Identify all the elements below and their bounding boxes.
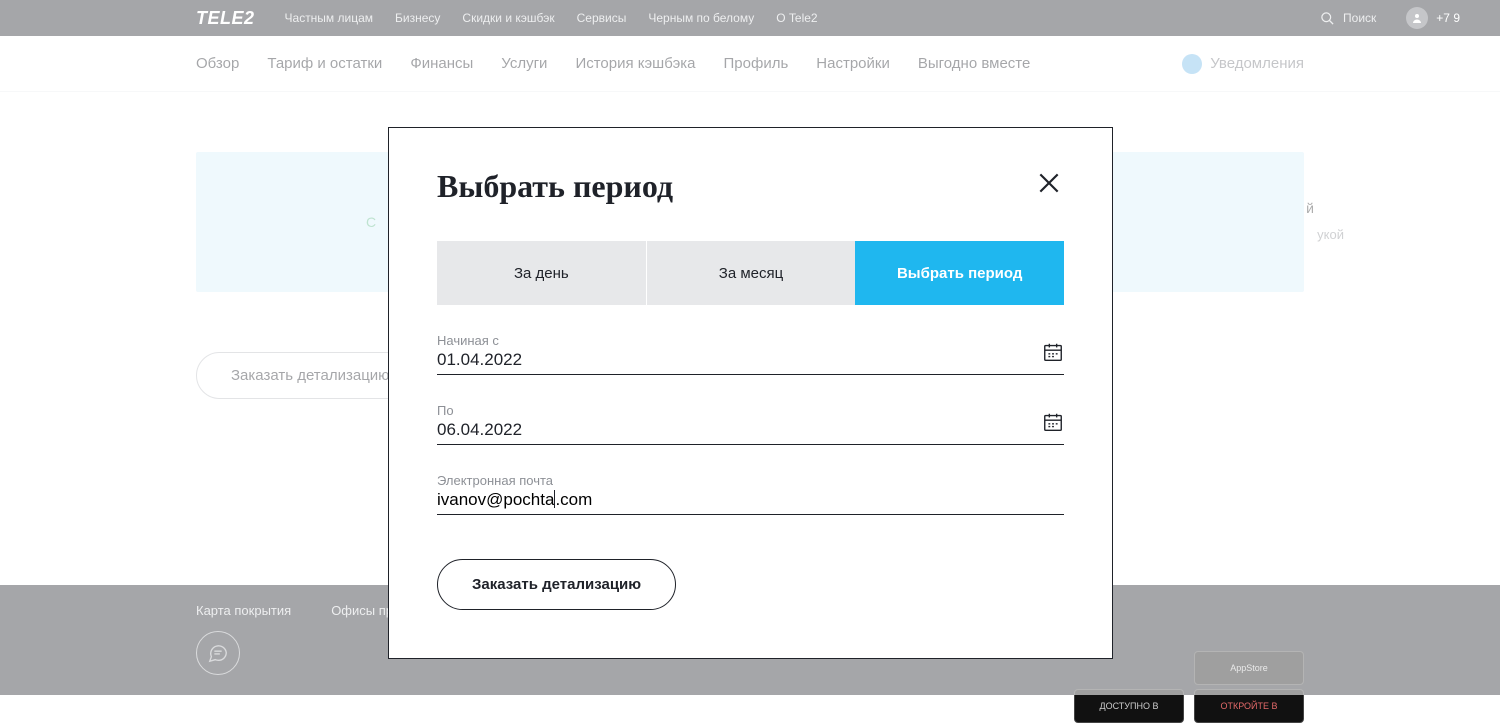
tab-period[interactable]: Выбрать период (855, 241, 1064, 305)
to-label: По (437, 403, 1064, 418)
period-modal: Выбрать период За день За месяц Выбрать … (388, 127, 1113, 659)
calendar-icon[interactable] (1042, 411, 1064, 438)
calendar-icon[interactable] (1042, 341, 1064, 368)
from-label: Начиная с (437, 333, 1064, 348)
field-to: По (437, 403, 1064, 445)
order-details-button[interactable]: Заказать детализацию (437, 559, 676, 610)
tab-day[interactable]: За день (437, 241, 646, 305)
field-email: Электронная почта ivanov@pochta.com (437, 473, 1064, 515)
modal-title: Выбрать период (437, 168, 673, 205)
field-from: Начиная с (437, 333, 1064, 375)
tab-month[interactable]: За месяц (646, 241, 856, 305)
close-icon (1036, 170, 1062, 196)
text-cursor (554, 490, 555, 508)
email-label: Электронная почта (437, 473, 1064, 488)
close-button[interactable] (1034, 168, 1064, 203)
to-input[interactable] (437, 420, 1064, 440)
from-input[interactable] (437, 350, 1064, 370)
email-input[interactable]: ivanov@pochta.com (437, 490, 1064, 510)
period-tabs: За день За месяц Выбрать период (437, 241, 1064, 305)
